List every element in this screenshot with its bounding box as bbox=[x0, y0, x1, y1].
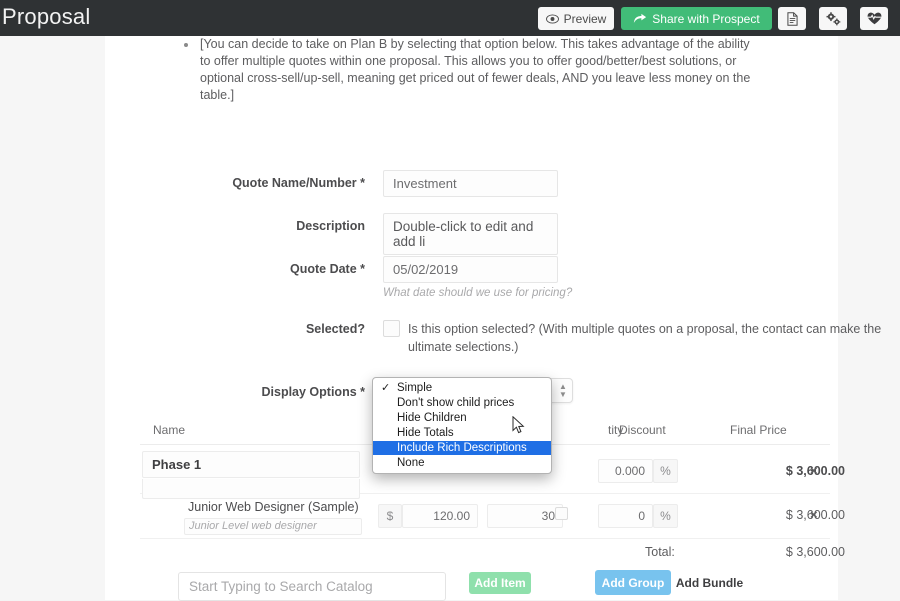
intro-paragraph: [You can decide to take on Plan B by sel… bbox=[178, 36, 758, 104]
selected-label: Selected? bbox=[305, 322, 365, 336]
total-row: Total: $ 3,600.00 bbox=[140, 539, 845, 569]
right-gutter bbox=[838, 36, 900, 600]
dropdown-option-dont-show-child-prices[interactable]: Don't show child prices bbox=[373, 396, 551, 410]
cogs-icon bbox=[826, 11, 841, 26]
item-price-input[interactable]: 120.00 bbox=[402, 504, 478, 528]
dropdown-option-label: Include Rich Descriptions bbox=[397, 442, 527, 454]
item-description-text: Junior Level web designer bbox=[189, 520, 317, 532]
group-final-price: $ 3,600.00 bbox=[785, 464, 845, 478]
left-rail bbox=[0, 36, 105, 600]
item-discount-input[interactable]: 0 bbox=[598, 504, 653, 528]
item-discount-unit: % bbox=[653, 504, 678, 528]
eye-icon bbox=[545, 13, 559, 24]
share-label: Share with Prospect bbox=[652, 11, 760, 26]
catalog-search-input[interactable]: Start Typing to Search Catalog bbox=[178, 572, 446, 601]
quote-name-input[interactable]: Investment bbox=[383, 170, 558, 197]
dropdown-option-label: Hide Totals bbox=[397, 427, 454, 439]
heart-pulse-icon bbox=[867, 12, 882, 25]
stepper-arrows-icon: ▲ ▼ bbox=[559, 382, 567, 399]
preview-button[interactable]: Preview bbox=[538, 7, 614, 30]
intro-text: [You can decide to take on Plan B by sel… bbox=[200, 37, 751, 102]
group-discount-input[interactable]: 0.000 bbox=[598, 459, 653, 483]
description-label: Description bbox=[296, 219, 365, 233]
remove-group-button[interactable]: × bbox=[810, 463, 818, 478]
column-header-name: Name bbox=[153, 423, 186, 437]
dropdown-option-label: None bbox=[397, 457, 425, 469]
table-row: Junior Web Designer (Sample) Junior Leve… bbox=[140, 494, 845, 539]
group-discount-unit: % bbox=[653, 459, 678, 483]
quote-name-label: Quote Name/Number * bbox=[232, 176, 365, 190]
add-bundle-button[interactable]: Add Bundle bbox=[675, 570, 744, 595]
page-title: Proposal bbox=[2, 4, 91, 29]
item-description-input[interactable]: Junior Level web designer bbox=[184, 518, 362, 535]
dropdown-option-simple[interactable]: ✓ Simple bbox=[373, 381, 551, 395]
selected-checkbox[interactable] bbox=[383, 320, 400, 337]
checkmark-icon: ✓ bbox=[381, 382, 391, 394]
total-value: $ 3,600.00 bbox=[785, 545, 845, 559]
column-header-final-price: Final Price bbox=[730, 423, 787, 437]
item-name: Junior Web Designer (Sample) bbox=[188, 500, 359, 514]
bullet-marker bbox=[184, 43, 188, 47]
add-group-button[interactable]: Add Group bbox=[595, 570, 671, 595]
description-input[interactable]: Double-click to edit and add li bbox=[383, 213, 558, 255]
share-arrow-icon bbox=[633, 13, 647, 24]
display-options-label: Display Options * bbox=[261, 385, 366, 399]
share-with-prospect-button[interactable]: Share with Prospect bbox=[621, 7, 772, 30]
display-options-dropdown[interactable]: ✓ Simple Don't show child prices Hide Ch… bbox=[372, 377, 552, 474]
item-currency-symbol: $ bbox=[378, 504, 402, 528]
remove-item-button[interactable]: × bbox=[810, 507, 818, 522]
preview-label: Preview bbox=[563, 11, 607, 26]
document-icon bbox=[786, 11, 798, 26]
dropdown-option-none[interactable]: None bbox=[373, 456, 551, 470]
quote-date-input[interactable]: 05/02/2019 bbox=[383, 256, 558, 283]
dropdown-option-label: Simple bbox=[397, 382, 433, 394]
dropdown-option-label: Don't show child prices bbox=[397, 397, 515, 409]
quote-date-label: Quote Date * bbox=[289, 262, 365, 276]
dropdown-option-hide-children[interactable]: Hide Children bbox=[373, 411, 551, 425]
group-name-input[interactable]: Phase 1 bbox=[142, 451, 360, 478]
item-quantity-input[interactable]: 30 bbox=[487, 504, 563, 528]
dropdown-option-include-rich-descriptions[interactable]: Include Rich Descriptions bbox=[373, 441, 551, 455]
dropdown-option-label: Hide Children bbox=[397, 412, 467, 424]
item-quantity-checkbox[interactable] bbox=[555, 507, 568, 520]
quote-date-help: What date should we use for pricing? bbox=[383, 287, 573, 299]
column-header-discount: Discount bbox=[619, 423, 666, 437]
top-toolbar: Proposal Preview Share with Prospect bbox=[0, 0, 900, 36]
document-icon-button[interactable] bbox=[778, 7, 806, 30]
selected-description: Is this option selected? (With multiple … bbox=[408, 322, 882, 354]
settings-icon-button[interactable] bbox=[819, 7, 847, 30]
health-icon-button[interactable] bbox=[860, 7, 888, 30]
add-item-button[interactable]: Add Item bbox=[469, 572, 531, 594]
total-label: Total: bbox=[645, 545, 675, 559]
item-final-price: $ 3,600.00 bbox=[785, 508, 845, 522]
dropdown-option-hide-totals[interactable]: Hide Totals bbox=[373, 426, 551, 440]
